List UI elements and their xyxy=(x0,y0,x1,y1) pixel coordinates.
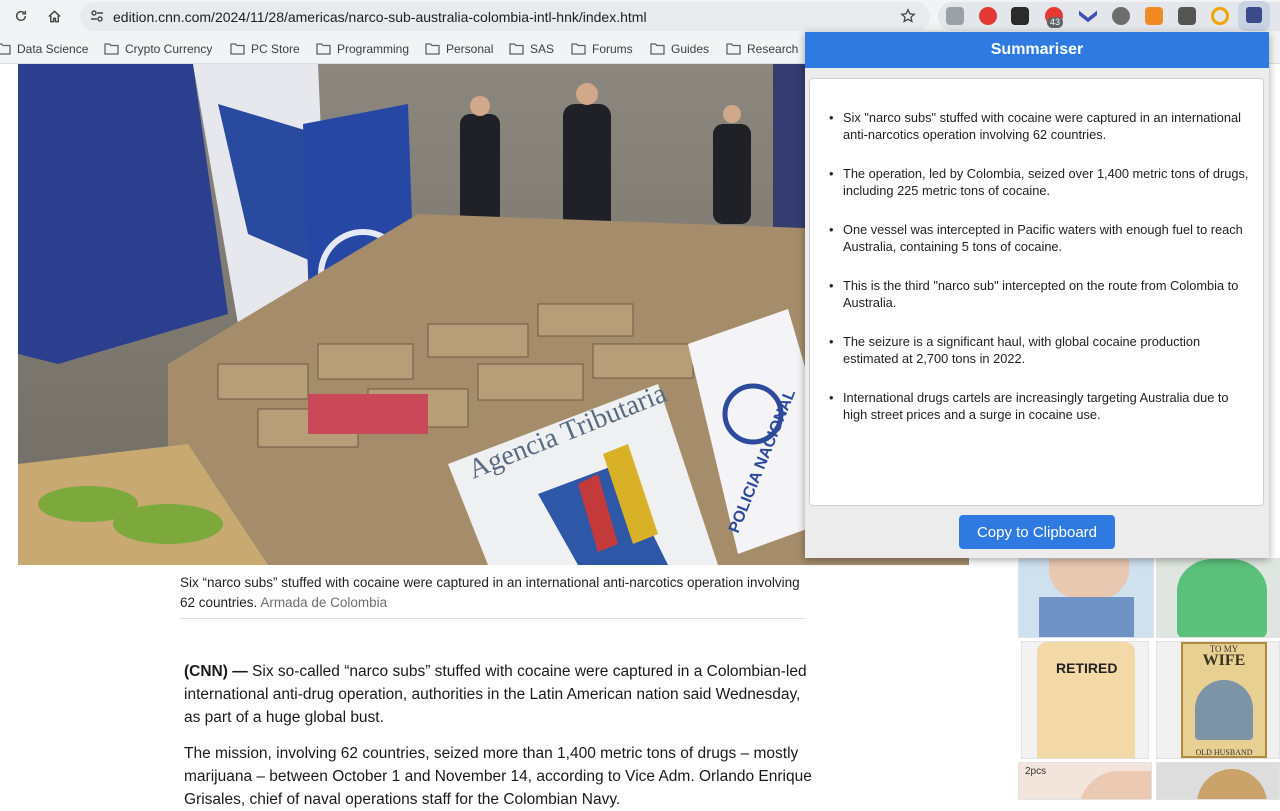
extension-chevrons-icon[interactable] xyxy=(1079,10,1097,23)
bookmark-label: SAS xyxy=(530,42,555,56)
folder-icon xyxy=(230,43,245,55)
bookmark-data-science[interactable]: Data Science xyxy=(0,41,88,57)
image-caption: Six “narco subs” stuffed with cocaine we… xyxy=(180,573,806,613)
extension-h-icon[interactable] xyxy=(1011,7,1029,25)
pack-label: 2pcs xyxy=(1025,766,1047,777)
summariser-extension-icon xyxy=(1246,7,1262,23)
site-settings-icon[interactable] xyxy=(86,5,108,27)
extension-k-icon[interactable] xyxy=(946,7,964,25)
bookmark-research[interactable]: Research xyxy=(726,41,798,57)
bookmark-programming[interactable]: Programming xyxy=(316,41,409,57)
reload-icon[interactable] xyxy=(10,5,32,27)
bookmark-crypto-currency[interactable]: Crypto Currency xyxy=(104,41,212,57)
caption-divider xyxy=(180,618,806,619)
summary-bullet: Six "narco subs" stuffed with cocaine we… xyxy=(829,109,1255,143)
summariser-popup: Summariser Six "narco subs" stuffed with… xyxy=(805,32,1269,558)
article-paragraph-1: (CNN) — Six so-called “narco subs” stuff… xyxy=(184,660,816,729)
paragraph-text: Six so-called “narco subs” stuffed with … xyxy=(184,663,807,726)
extensions-bar xyxy=(938,2,1280,31)
summary-list: Six "narco subs" stuffed with cocaine we… xyxy=(829,109,1255,445)
ad-retired-shirt-image[interactable]: RETIRED xyxy=(1021,641,1149,759)
home-icon[interactable] xyxy=(43,5,65,27)
extension-red-icon[interactable] xyxy=(979,7,997,25)
article-dateline: (CNN) — xyxy=(184,663,248,680)
summariser-extension-button[interactable] xyxy=(1238,1,1270,31)
ad-portrait-image[interactable] xyxy=(1156,762,1280,800)
ad-2pcs-image[interactable]: 2pcs xyxy=(1018,762,1152,800)
shirt-text: RETIRED xyxy=(1056,660,1118,676)
bookmark-forums[interactable]: Forums xyxy=(571,41,633,57)
bookmark-personal[interactable]: Personal xyxy=(425,41,493,57)
folder-icon xyxy=(509,43,524,55)
bookmark-guides[interactable]: Guides xyxy=(650,41,709,57)
extension-infinity-icon[interactable] xyxy=(1211,7,1229,25)
extension-badge: 43 xyxy=(1047,17,1064,28)
url-text: edition.cnn.com/2024/11/28/americas/narc… xyxy=(113,9,647,25)
bookmark-label: Crypto Currency xyxy=(125,42,213,56)
folder-icon xyxy=(726,43,741,55)
extension-fox-icon[interactable] xyxy=(1145,7,1163,25)
folder-icon xyxy=(650,43,665,55)
bookmark-star-icon[interactable] xyxy=(898,6,918,26)
ad-jeans-image[interactable] xyxy=(1018,558,1154,638)
poster-bottom-text: OLD HUSBAND xyxy=(1195,748,1253,757)
bookmark-pc-store[interactable]: PC Store xyxy=(230,41,300,57)
summary-bullet: One vessel was intercepted in Pacific wa… xyxy=(829,221,1255,255)
extension-zebra-icon[interactable] xyxy=(1178,7,1196,25)
side-text-fragment xyxy=(1268,110,1280,150)
bookmark-label: PC Store xyxy=(251,42,300,56)
folder-icon xyxy=(316,43,331,55)
bookmark-label: Personal xyxy=(446,42,494,56)
extension-bulb-icon[interactable] xyxy=(1112,7,1130,25)
caption-credit: Armada de Colombia xyxy=(260,595,388,610)
copy-to-clipboard-button[interactable]: Copy to Clipboard xyxy=(959,515,1115,549)
bookmark-label: Programming xyxy=(337,42,410,56)
summary-panel: Six "narco subs" stuffed with cocaine we… xyxy=(809,78,1264,506)
summary-bullet: International drugs cartels are increasi… xyxy=(829,389,1255,423)
bookmark-label: Data Science xyxy=(17,42,89,56)
browser-toolbar: edition.cnn.com/2024/11/28/americas/narc… xyxy=(0,0,1280,33)
summary-bullet: The operation, led by Colombia, seized o… xyxy=(829,165,1255,199)
address-bar[interactable]: edition.cnn.com/2024/11/28/americas/narc… xyxy=(80,2,930,31)
folder-icon xyxy=(425,43,440,55)
bookmark-label: Guides xyxy=(671,42,710,56)
summariser-title: Summariser xyxy=(805,32,1269,68)
article-paragraph-2: The mission, involving 62 countries, sei… xyxy=(184,745,812,808)
summary-bullet: The seizure is a significant haul, with … xyxy=(829,333,1255,367)
bookmark-sas[interactable]: SAS xyxy=(509,41,554,57)
summary-bullet: This is the third "narco sub" intercepte… xyxy=(829,277,1255,311)
ad-dress-image[interactable] xyxy=(1156,558,1280,638)
folder-icon xyxy=(571,43,586,55)
folder-icon xyxy=(104,43,119,55)
ad-wife-poster-image[interactable]: TO MY WIFE OLD HUSBAND xyxy=(1156,641,1280,759)
bookmark-label: Forums xyxy=(592,42,633,56)
folder-icon xyxy=(0,43,11,55)
poster-wife-text: WIFE xyxy=(1202,652,1246,669)
bookmark-label: Research xyxy=(747,42,799,56)
